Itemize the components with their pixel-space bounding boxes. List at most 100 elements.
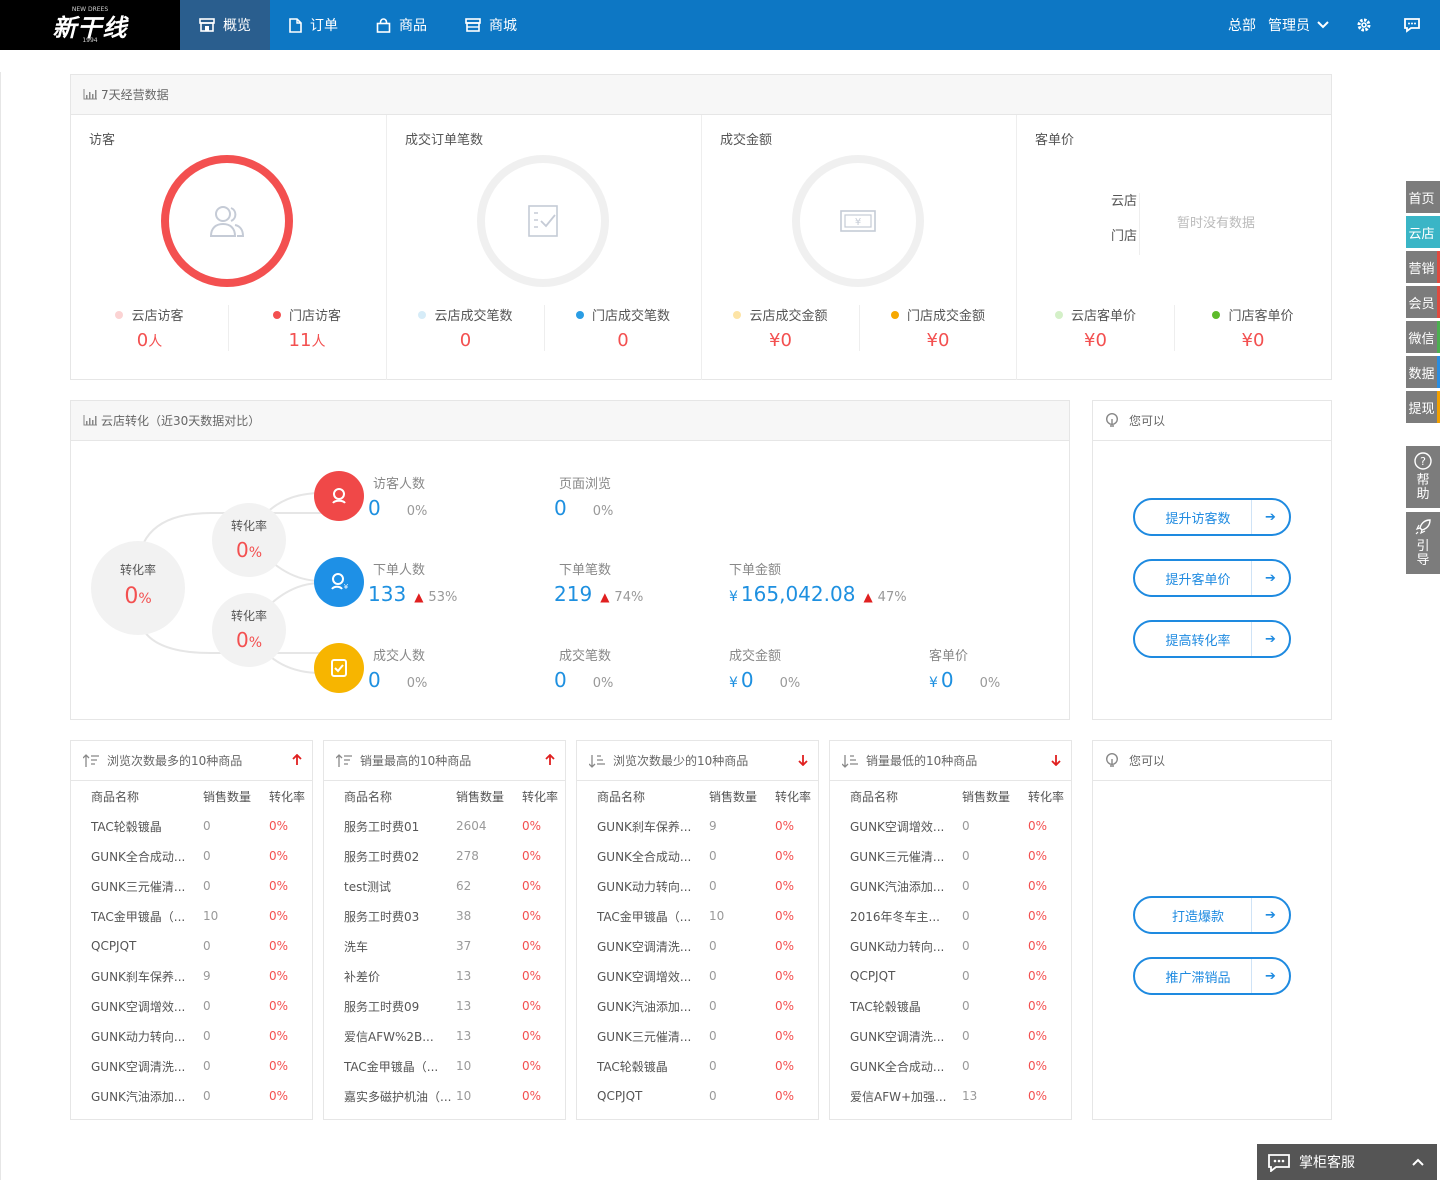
messages-button[interactable]: [1402, 15, 1422, 35]
sales-qty: 10: [456, 1059, 472, 1073]
org-switcher[interactable]: 总部: [1228, 15, 1256, 35]
promote-slow-button[interactable]: 推广滞销品 ➔: [1133, 957, 1291, 995]
table-row[interactable]: TAC金甲镀晶（... 10 0%: [577, 901, 818, 931]
product-name: GUNK汽油添加...: [91, 1089, 186, 1104]
table-row[interactable]: GUNK汽油添加... 0 0%: [577, 991, 818, 1021]
nav-products[interactable]: 商品: [357, 0, 446, 50]
table-row[interactable]: 洗车 37 0%: [324, 931, 565, 961]
sales-qty: 0: [709, 849, 717, 863]
table-row[interactable]: GUNK动力转向... 0 0%: [830, 931, 1071, 961]
conversion-rate: 0%: [775, 849, 795, 863]
nav-overview[interactable]: 概览: [180, 0, 270, 50]
table-row[interactable]: GUNK动力转向... 0 0%: [577, 871, 818, 901]
nav-orders[interactable]: 订单: [270, 0, 357, 50]
customer-service-bar[interactable]: 掌柜客服: [1257, 1144, 1437, 1180]
bar-chart-icon: [83, 89, 97, 100]
table-row[interactable]: QCPJQT 0 0%: [830, 961, 1071, 991]
col-qty: 销售数量: [203, 789, 252, 804]
col-name: 商品名称: [850, 789, 899, 804]
table-row[interactable]: QCPJQT 0 0%: [577, 1081, 818, 1111]
table-row[interactable]: 2016年冬车主... 0 0%: [830, 901, 1071, 931]
side-tab[interactable]: 会员: [1406, 286, 1440, 318]
hot-item-button[interactable]: 打造爆款 ➔: [1133, 896, 1291, 934]
aov-row-label: 门店: [1110, 229, 1137, 244]
table-row[interactable]: GUNK全合成动... 0 0%: [577, 841, 818, 871]
cloud-visitors-value: 0: [136, 330, 149, 351]
side-tab[interactable]: 首页: [1406, 181, 1440, 213]
table-row[interactable]: 服务工时费02 278 0%: [324, 841, 565, 871]
boost-aov-button[interactable]: 提升客单价 ➔: [1133, 559, 1291, 597]
table-row[interactable]: 服务工时费09 13 0%: [324, 991, 565, 1021]
side-tab[interactable]: 提现: [1406, 391, 1440, 423]
suggestion-panel: 您可以 提升访客数 ➔ 提升客单价 ➔ 提高转化率 ➔: [1092, 400, 1332, 720]
table-row[interactable]: GUNK三元催清... 0 0%: [71, 871, 312, 901]
boost-visitors-button[interactable]: 提升访客数 ➔: [1133, 498, 1291, 536]
col-name: 商品名称: [597, 789, 646, 804]
percent-sign: %: [248, 635, 263, 651]
help-button[interactable]: ? 帮 助: [1406, 446, 1440, 508]
divider: [1139, 193, 1140, 255]
table-row[interactable]: TAC轮毂镀晶 0 0%: [577, 1051, 818, 1081]
table-row[interactable]: TAC金甲镀晶（... 10 0%: [71, 901, 312, 931]
panel-header: 7天经营数据: [71, 75, 1331, 115]
table-row[interactable]: 爱信AFW%2B... 13 0%: [324, 1021, 565, 1051]
currency: ¥: [929, 675, 938, 691]
chevron-up-icon[interactable]: [1411, 1157, 1425, 1167]
sales-qty: 0: [203, 1059, 211, 1073]
table-row[interactable]: GUNK三元催清... 0 0%: [577, 1021, 818, 1051]
product-name: test测试: [344, 879, 392, 894]
table-row[interactable]: GUNK刹车保养... 9 0%: [71, 961, 312, 991]
table-row[interactable]: GUNK全合成动... 0 0%: [71, 841, 312, 871]
table-row[interactable]: 服务工时费01 2604 0%: [324, 811, 565, 841]
nav-mall[interactable]: 商城: [446, 0, 536, 50]
rate-value: 0: [235, 628, 249, 652]
product-name: GUNK三元催清...: [597, 1029, 692, 1044]
table-row[interactable]: 服务工时费03 38 0%: [324, 901, 565, 931]
sales-qty: 10: [709, 909, 725, 923]
table-row[interactable]: QCPJQT 0 0%: [71, 931, 312, 961]
table-row[interactable]: 补差价 13 0%: [324, 961, 565, 991]
store-amount: 门店成交金额 ¥0: [859, 305, 1016, 351]
side-tab[interactable]: 微信: [1406, 321, 1440, 353]
table-row[interactable]: GUNK汽油添加... 0 0%: [71, 1081, 312, 1111]
product-name: TAC金甲镀晶（...: [597, 909, 692, 924]
table-row[interactable]: GUNK全合成动... 0 0%: [830, 1051, 1071, 1081]
product-name: TAC轮毂镀晶: [850, 999, 921, 1014]
sales-qty: 0: [709, 1089, 717, 1103]
table-row[interactable]: GUNK动力转向... 0 0%: [71, 1021, 312, 1051]
table-row[interactable]: TAC轮毂镀晶 0 0%: [830, 991, 1071, 1021]
table-row[interactable]: 嘉实多磁护机油（... 10 0%: [324, 1081, 565, 1111]
user-menu[interactable]: 管理员: [1268, 15, 1310, 35]
table-row[interactable]: GUNK空调清洗... 0 0%: [577, 931, 818, 961]
side-tab[interactable]: 云店: [1406, 216, 1440, 248]
table-row[interactable]: TAC轮毂镀晶 0 0%: [71, 811, 312, 841]
table-row[interactable]: 爱信AFW+加强... 13 0%: [830, 1081, 1071, 1111]
brand-logo[interactable]: NEW DREES 新干线 1994: [0, 0, 180, 50]
side-tab[interactable]: 营销: [1406, 251, 1440, 283]
side-tab[interactable]: 数据: [1406, 356, 1440, 388]
sales-qty: 9: [203, 969, 211, 983]
product-name: QCPJQT: [850, 969, 896, 983]
guide-button[interactable]: 引 导: [1406, 512, 1440, 574]
settings-button[interactable]: [1354, 15, 1374, 35]
conversion-rate: 0%: [1028, 999, 1048, 1013]
table-row[interactable]: TAC金甲镀晶（... 10 0%: [324, 1051, 565, 1081]
chevron-down-icon[interactable]: [1316, 20, 1330, 30]
legend-dot: [1054, 310, 1063, 319]
product-name: GUNK动力转向...: [597, 879, 692, 894]
table-row[interactable]: GUNK三元催清... 0 0%: [830, 841, 1071, 871]
aov-metric: 客单价 ¥0 0%: [929, 645, 1000, 692]
table-row[interactable]: test测试 62 0%: [324, 871, 565, 901]
table-row[interactable]: GUNK空调清洗... 0 0%: [830, 1021, 1071, 1051]
boost-conversion-button[interactable]: 提高转化率 ➔: [1133, 620, 1291, 658]
cloud-visitors: 云店访客 0人: [71, 305, 228, 351]
table-row[interactable]: GUNK空调增效... 0 0%: [71, 991, 312, 1021]
metric-pct: 0%: [779, 676, 801, 691]
table-row[interactable]: GUNK空调清洗... 0 0%: [71, 1051, 312, 1081]
table-row[interactable]: GUNK空调增效... 0 0%: [830, 811, 1071, 841]
table-row[interactable]: GUNK空调增效... 0 0%: [577, 961, 818, 991]
legend-dot: [575, 310, 584, 319]
table-row[interactable]: GUNK汽油添加... 0 0%: [830, 871, 1071, 901]
table-row[interactable]: GUNK刹车保养... 9 0%: [577, 811, 818, 841]
buyer-icon: ¥: [331, 573, 349, 591]
